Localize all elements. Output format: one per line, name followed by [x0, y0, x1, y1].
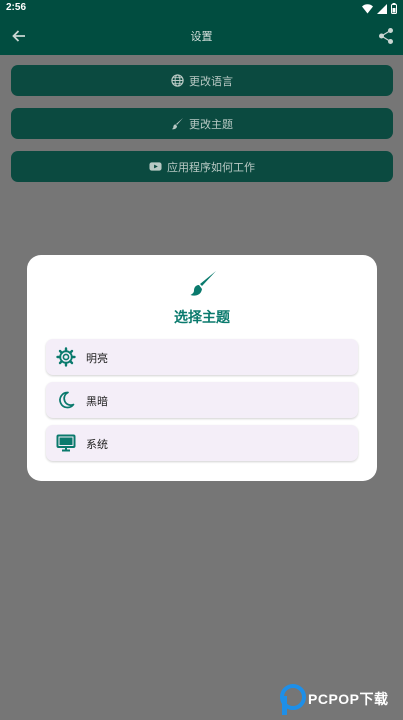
- how-app-works-button[interactable]: 应用程序如何工作: [11, 151, 393, 182]
- theme-option-light-label: 明亮: [86, 352, 108, 365]
- how-app-works-label: 应用程序如何工作: [167, 160, 255, 174]
- brush-icon: [190, 271, 216, 296]
- theme-option-light[interactable]: 明亮: [46, 339, 358, 375]
- change-theme-button[interactable]: 更改主题: [11, 108, 393, 139]
- theme-option-system[interactable]: 系统: [46, 425, 358, 461]
- status-time: 2:56: [6, 2, 27, 13]
- theme-option-system-label: 系统: [86, 438, 108, 451]
- youtube-icon: [149, 162, 162, 171]
- pcpop-logo-icon: [280, 684, 306, 715]
- page-title: 设置: [190, 30, 213, 43]
- status-icons: [362, 3, 397, 14]
- globe-icon: [171, 74, 184, 87]
- theme-option-dark-label: 黑暗: [86, 395, 108, 408]
- monitor-icon: [56, 434, 76, 452]
- wifi-icon: [362, 3, 373, 13]
- status-bar: 2:56: [0, 0, 403, 18]
- watermark: PCPOP下载: [280, 684, 400, 716]
- change-language-button[interactable]: 更改语言: [11, 65, 393, 96]
- theme-dialog: 选择主题 明亮 黑暗 系统: [27, 255, 377, 481]
- change-theme-label: 更改主题: [189, 117, 233, 131]
- gear-icon: [56, 347, 76, 367]
- app-bar: 设置: [0, 18, 403, 55]
- signal-icon: [377, 3, 387, 14]
- share-icon[interactable]: [378, 27, 394, 45]
- dialog-title: 选择主题: [174, 310, 230, 326]
- change-language-label: 更改语言: [189, 74, 233, 88]
- battery-icon: [391, 3, 397, 14]
- moon-icon: [59, 391, 75, 409]
- brush-icon: [171, 117, 184, 130]
- watermark-text: PCPOP下载: [308, 691, 389, 707]
- theme-option-dark[interactable]: 黑暗: [46, 382, 358, 418]
